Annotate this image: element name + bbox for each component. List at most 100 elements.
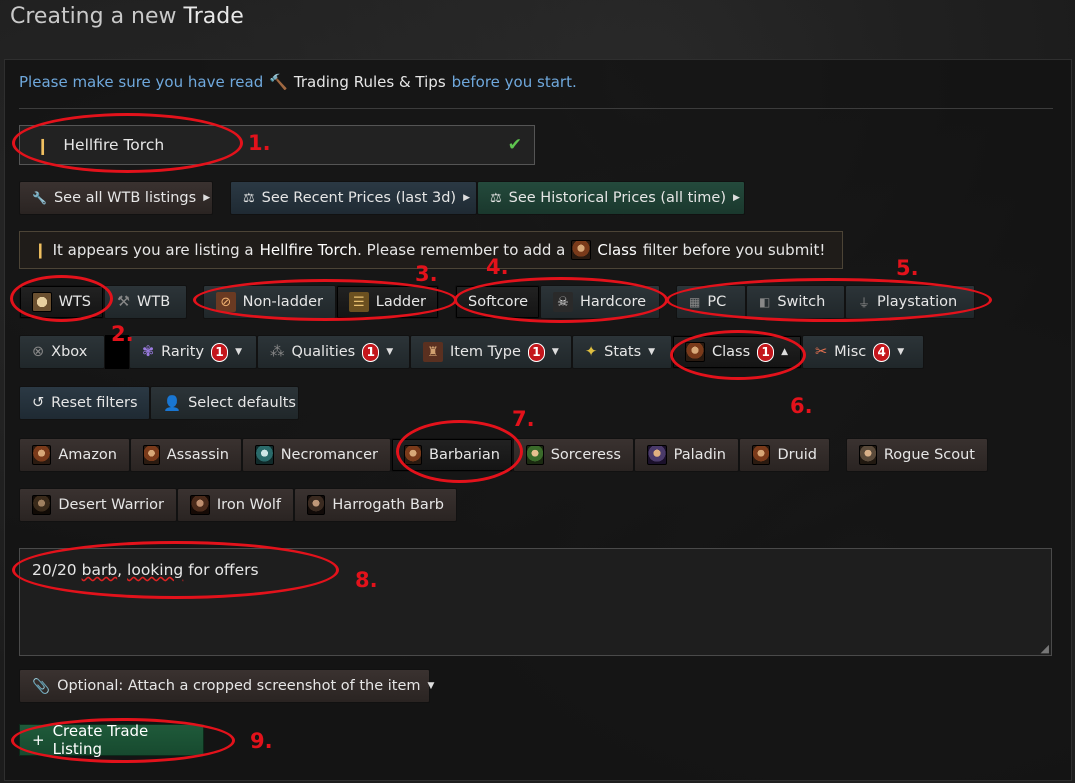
- xbox-button[interactable]: ⊗ Xbox: [19, 335, 105, 369]
- item-type-icon: ♜: [423, 342, 443, 362]
- select-defaults-button[interactable]: 👤 Select defaults: [150, 386, 299, 420]
- qualities-count-badge: 1: [362, 342, 380, 362]
- class-rogue-scout[interactable]: Rogue Scout: [846, 438, 988, 472]
- class-druid-label: Druid: [777, 447, 817, 463]
- hardcore-label: Hardcore: [580, 294, 647, 310]
- class-iron-wolf[interactable]: Iron Wolf: [177, 488, 294, 522]
- class-druid[interactable]: Druid: [739, 438, 830, 472]
- harrogath-barb-portrait-icon: [307, 495, 326, 515]
- class-filter[interactable]: Class 1 ▲: [672, 335, 802, 369]
- listing-description-textarea[interactable]: 20/20 barb, looking for offers ◢: [19, 548, 1052, 656]
- annotation-number-5: 5.: [896, 256, 919, 280]
- item-select-field[interactable]: ❙ Hellfire Torch ✔: [19, 125, 535, 165]
- reset-filters-button[interactable]: ↺ Reset filters: [19, 386, 150, 420]
- switch-button[interactable]: ◧ Switch: [746, 285, 845, 319]
- resize-handle-icon[interactable]: ◢: [1041, 642, 1049, 655]
- class-barbarian[interactable]: Barbarian: [391, 438, 513, 472]
- iron-wolf-portrait-icon: [190, 495, 210, 515]
- recent-prices-button[interactable]: ⚖ See Recent Prices (last 3d) ▶: [230, 181, 477, 215]
- paladin-portrait-icon: [647, 445, 667, 465]
- check-icon: ✔: [507, 135, 522, 155]
- playstation-icon: ⏚: [858, 295, 871, 310]
- desc-pre: 20/20: [32, 561, 77, 579]
- attach-screenshot-button[interactable]: 📎 Optional: Attach a cropped screenshot …: [19, 669, 434, 703]
- stats-filter[interactable]: ✦ Stats ▼: [572, 335, 672, 369]
- sorceress-portrait-icon: [526, 445, 544, 465]
- annotation-number-4: 4.: [486, 255, 509, 279]
- non-ladder-icon: ⊘: [216, 292, 236, 312]
- class-count-badge: 1: [757, 342, 775, 362]
- class-amazon[interactable]: Amazon: [19, 438, 130, 472]
- historical-prices-button[interactable]: ⚖ See Historical Prices (all time) ▶: [477, 181, 745, 215]
- recent-prices-label: See Recent Prices (last 3d): [261, 190, 457, 206]
- user-icon: 👤: [163, 395, 182, 412]
- annotation-number-1: 1.: [248, 131, 271, 155]
- class-sorceress-label: Sorceress: [550, 447, 621, 463]
- caret-down-icon: ▼: [427, 681, 435, 691]
- class-necromancer-label: Necromancer: [280, 447, 378, 463]
- softcore-button[interactable]: Softcore: [455, 285, 540, 319]
- wts-button[interactable]: WTS: [19, 285, 104, 319]
- scale-icon: ⚖: [243, 190, 255, 206]
- non-ladder-button[interactable]: ⊘ Non-ladder: [203, 285, 336, 319]
- paperclip-icon: 📎: [32, 678, 51, 695]
- attach-screenshot-label: Optional: Attach a cropped screenshot of…: [57, 678, 421, 694]
- misc-filter[interactable]: ✂ Misc 4 ▼: [802, 335, 924, 369]
- softcore-label: Softcore: [468, 294, 529, 310]
- misc-icon: ✂: [815, 344, 828, 360]
- rarity-filter[interactable]: ✾ Rarity 1 ▼: [129, 335, 257, 369]
- class-necromancer[interactable]: Necromancer: [242, 438, 391, 472]
- switch-icon: ◧: [759, 295, 771, 309]
- wtb-icon: ⚒: [117, 294, 130, 310]
- caret-down-icon: ▼: [897, 347, 905, 357]
- class-desert-warrior[interactable]: Desert Warrior: [19, 488, 177, 522]
- amazon-portrait-icon: [32, 445, 52, 465]
- class-desert-warrior-label: Desert Warrior: [58, 497, 164, 513]
- create-trade-listing-button[interactable]: + Create Trade Listing: [19, 722, 204, 758]
- hardcore-button[interactable]: ☠ Hardcore: [540, 285, 660, 319]
- misc-count-badge: 4: [873, 342, 891, 362]
- info-item: Hellfire Torch: [259, 241, 358, 259]
- qualities-filter[interactable]: ⁂ Qualities 1 ▼: [257, 335, 410, 369]
- class-sorceress[interactable]: Sorceress: [513, 438, 634, 472]
- wts-icon: [32, 292, 52, 312]
- rarity-label: Rarity: [161, 344, 205, 360]
- wtb-label: WTB: [137, 294, 171, 310]
- annotation-number-9: 9.: [250, 729, 273, 753]
- item-type-filter[interactable]: ♜ Item Type 1 ▼: [410, 335, 572, 369]
- windows-icon: ▦: [689, 295, 701, 309]
- class-barbarian-label: Barbarian: [429, 447, 500, 463]
- class-assassin[interactable]: Assassin: [130, 438, 242, 472]
- rules-notice: Please make sure you have read 🔨 Trading…: [19, 73, 577, 91]
- scale-icon: ⚖: [490, 190, 502, 206]
- annotation-number-8: 8.: [355, 568, 378, 592]
- caret-down-icon: ▼: [648, 347, 656, 357]
- create-trade-listing-label: Create Trade Listing: [52, 722, 149, 758]
- caret-right-icon: ▶: [733, 193, 740, 203]
- reset-filters-label: Reset filters: [51, 395, 138, 411]
- item-name: Hellfire Torch: [63, 136, 165, 154]
- xbox-label: Xbox: [51, 344, 88, 360]
- desc-post: for offers: [188, 561, 259, 579]
- class-harrogath-barb-label: Harrogath Barb: [332, 497, 444, 513]
- trading-rules-link[interactable]: Trading Rules & Tips: [294, 73, 446, 91]
- pc-button[interactable]: ▦ PC: [676, 285, 746, 319]
- xbox-icon: ⊗: [32, 344, 45, 360]
- class-harrogath-barb[interactable]: Harrogath Barb: [294, 488, 457, 522]
- desc-misspelled-barb: barb: [81, 561, 118, 579]
- rarity-icon: ✾: [142, 344, 155, 360]
- stats-label: Stats: [604, 344, 642, 360]
- wtb-listings-button[interactable]: 🔧 See all WTB listings ▶: [19, 181, 213, 215]
- necromancer-portrait-icon: [255, 445, 274, 465]
- ladder-button[interactable]: ☰ Ladder: [336, 285, 439, 319]
- info-post: filter before you submit!: [642, 241, 826, 259]
- skull-icon: ☠: [553, 292, 573, 312]
- annotation-number-6: 6.: [790, 394, 813, 418]
- page-title: Creating a new Trade: [10, 4, 244, 29]
- druid-portrait-icon: [752, 445, 771, 465]
- wtb-button[interactable]: ⚒ WTB: [104, 285, 187, 319]
- class-paladin[interactable]: Paladin: [634, 438, 739, 472]
- annotation-number-2: 2.: [111, 322, 134, 346]
- playstation-button[interactable]: ⏚ Playstation: [845, 285, 975, 319]
- qualities-label: Qualities: [291, 344, 356, 360]
